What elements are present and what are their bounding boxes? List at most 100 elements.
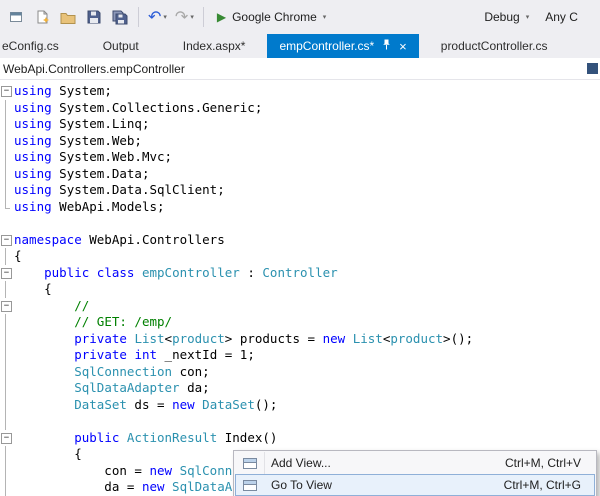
tab-empcontroller[interactable]: empController.cs* × <box>267 34 419 58</box>
tab-webconfig[interactable]: eConfig.cs <box>0 34 81 58</box>
start-debugging-button[interactable]: ▶ Google Chrome ▾ <box>210 5 333 29</box>
fold-margin <box>0 165 14 183</box>
fold-collapse-icon[interactable] <box>0 298 14 315</box>
code-text[interactable]: namespace WebApi.Controllers <box>14 232 225 249</box>
fold-margin <box>0 380 14 397</box>
chevron-down-icon: ▾ <box>163 13 167 21</box>
code-line: namespace WebApi.Controllers <box>0 232 600 249</box>
code-line <box>0 215 600 232</box>
fold-margin <box>0 198 14 216</box>
code-text[interactable]: using System.Web.Mvc; <box>14 149 172 166</box>
code-text[interactable]: // <box>14 298 89 315</box>
tab-label: productController.cs <box>440 39 548 53</box>
open-file-button[interactable] <box>56 4 80 30</box>
fold-collapse-icon[interactable] <box>0 83 14 100</box>
save-button[interactable] <box>82 4 106 30</box>
redo-icon: ↷ <box>174 7 189 26</box>
code-line: // GET: /emp/ <box>0 314 600 331</box>
code-text[interactable]: using System.Data; <box>14 166 149 183</box>
code-line: SqlDataAdapter da; <box>0 380 600 397</box>
solution-platform-dropdown[interactable]: Any C <box>538 5 585 29</box>
code-line: { <box>0 281 600 298</box>
code-text[interactable]: public ActionResult Index() <box>14 430 277 447</box>
code-text[interactable]: using System.Linq; <box>14 116 149 133</box>
fold-margin <box>0 396 14 414</box>
code-text[interactable]: private List<product> products = new Lis… <box>14 331 473 348</box>
solution-configuration-dropdown[interactable]: Debug ▾ <box>477 5 536 29</box>
code-text[interactable]: private int _nextId = 1; <box>14 347 255 364</box>
code-text[interactable]: using System.Data.SqlClient; <box>14 182 225 199</box>
chevron-down-icon: ▾ <box>322 13 327 21</box>
redo-button[interactable]: ↷ ▾ <box>172 4 197 30</box>
run-target-label: Google Chrome <box>232 10 317 24</box>
code-line: using System.Linq; <box>0 116 600 133</box>
code-text[interactable]: { <box>14 446 82 463</box>
fold-margin <box>0 330 14 348</box>
solution-configuration-label: Debug <box>484 10 520 24</box>
tab-output[interactable]: Output <box>81 34 161 58</box>
pin-icon[interactable] <box>382 39 391 53</box>
fold-collapse-icon[interactable] <box>0 265 14 282</box>
toolbar-separator <box>202 7 204 27</box>
menu-item-shortcut: Ctrl+M, Ctrl+V <box>504 456 581 470</box>
code-line: public ActionResult Index() <box>0 430 600 447</box>
close-icon[interactable]: × <box>399 40 407 53</box>
code-editor[interactable]: using System;using System.Collections.Ge… <box>0 80 600 496</box>
code-line <box>0 413 600 430</box>
code-line: DataSet ds = new DataSet(); <box>0 396 600 414</box>
new-project-icon <box>9 12 22 22</box>
fold-margin <box>0 446 14 463</box>
undo-icon: ↶ <box>148 7 162 26</box>
menu-item-label: Go To View <box>271 478 332 492</box>
code-text[interactable]: da = new SqlDataAda <box>14 479 247 496</box>
code-line: // <box>0 298 600 315</box>
fold-margin <box>0 479 14 496</box>
add-new-item-button[interactable] <box>30 4 54 30</box>
code-line: SqlConnection con; <box>0 363 600 381</box>
code-text[interactable]: SqlConnection con; <box>14 364 209 381</box>
fold-collapse-icon[interactable] <box>0 232 14 249</box>
play-icon: ▶ <box>216 10 227 24</box>
tab-productcontroller[interactable]: productController.cs <box>419 34 570 58</box>
code-lines: using System;using System.Collections.Ge… <box>0 83 600 496</box>
chevron-down-icon: ▾ <box>525 13 530 21</box>
breadcrumb[interactable]: WebApi.Controllers.empController <box>3 62 185 76</box>
fold-margin <box>0 363 14 381</box>
menu-item-go-to-view[interactable]: Go To View Ctrl+M, Ctrl+G <box>235 474 595 496</box>
code-text[interactable]: DataSet ds = new DataSet(); <box>14 397 277 414</box>
code-text[interactable]: con = new SqlConnec <box>14 463 247 480</box>
standard-toolbar: ↶ ▾ ↷ ▾ ▶ Google Chrome ▾ Debug ▾ Any C <box>0 0 600 34</box>
code-text[interactable]: using System.Collections.Generic; <box>14 100 262 117</box>
code-text[interactable]: { <box>14 281 52 298</box>
undo-button[interactable]: ↶ ▾ <box>145 4 170 30</box>
code-text[interactable]: public class empController : Controller <box>14 265 338 282</box>
code-text[interactable]: using System.Web; <box>14 133 142 150</box>
solution-platform-label: Any C <box>545 10 578 24</box>
code-text[interactable]: using WebApi.Models; <box>14 199 165 216</box>
code-line: { <box>0 248 600 265</box>
code-text[interactable]: using System; <box>14 83 112 100</box>
code-text[interactable]: { <box>14 248 22 265</box>
fold-margin <box>0 116 14 133</box>
fold-margin <box>0 132 14 150</box>
chevron-down-icon: ▾ <box>190 13 194 21</box>
new-project-button[interactable] <box>4 4 28 30</box>
menu-item-label: Add View... <box>271 456 331 470</box>
fold-margin <box>0 413 14 430</box>
open-folder-icon <box>60 12 76 24</box>
save-all-icon <box>112 10 128 24</box>
menu-item-add-view[interactable]: Add View... Ctrl+M, Ctrl+V <box>235 452 595 474</box>
code-line: using System.Web; <box>0 132 600 150</box>
fold-collapse-icon[interactable] <box>0 430 14 447</box>
editor-split-box[interactable] <box>587 63 598 74</box>
fold-margin <box>0 281 14 298</box>
fold-margin <box>0 99 14 117</box>
tab-index-aspx[interactable]: Index.aspx* <box>161 34 268 58</box>
save-all-button[interactable] <box>108 4 132 30</box>
code-line: using System.Web.Mvc; <box>0 149 600 166</box>
code-line: using System.Data; <box>0 165 600 183</box>
code-line: using WebApi.Models; <box>0 198 600 216</box>
code-line: using System.Collections.Generic; <box>0 99 600 117</box>
code-text[interactable]: // GET: /emp/ <box>14 314 172 331</box>
code-text[interactable]: SqlDataAdapter da; <box>14 380 209 397</box>
